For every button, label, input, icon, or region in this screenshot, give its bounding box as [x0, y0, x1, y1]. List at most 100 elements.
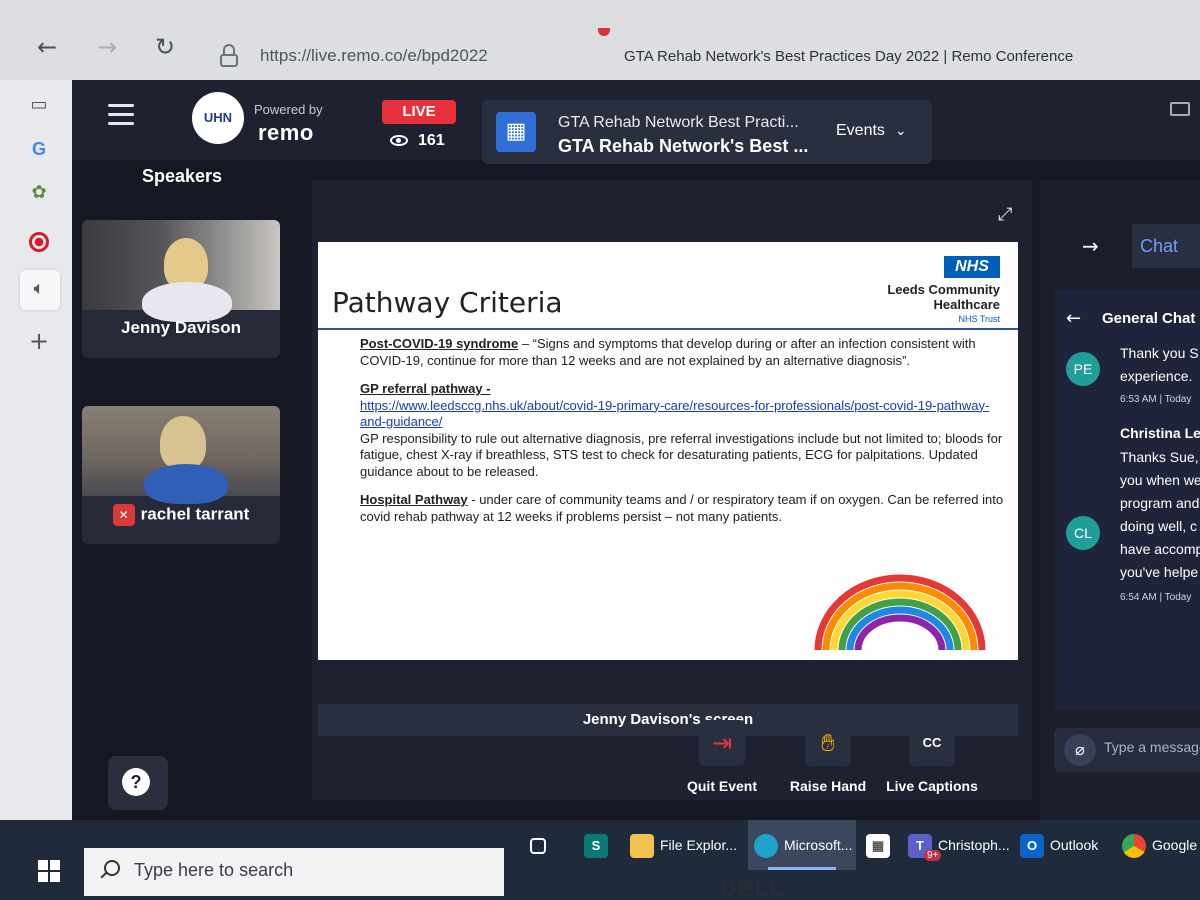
live-captions-button[interactable]: CC Live Captions [882, 720, 982, 794]
speaker-tile[interactable]: ✕ rachel tarrant [82, 406, 280, 544]
events-dropdown[interactable]: Events ⌄ [836, 122, 907, 140]
message-line: you when we [1120, 472, 1200, 488]
slide-body: Post-COVID-19 syndrome – “Signs and symp… [360, 336, 1010, 537]
message-line: program and [1120, 495, 1200, 511]
chat-message: Thanks Sue, you when we program and doin… [1120, 446, 1200, 584]
speaker-head [160, 416, 206, 470]
uhn-logo: UHN [192, 92, 244, 144]
event-title-secondary: GTA Rehab Network Best Practi... [558, 114, 799, 131]
taskbar-file-explorer[interactable]: File Explor... [630, 820, 746, 870]
paragraph-heading: Post-COVID-19 syndrome [360, 336, 519, 351]
speaker-tile[interactable]: Jenny Davison [82, 220, 280, 358]
chat-channel-title: General Chat [1102, 310, 1196, 327]
message-line: have accomp [1120, 541, 1200, 557]
taskbar-chrome[interactable]: Google C... [1122, 820, 1200, 870]
browser-sidebar: ▭ G ✿ 🔈︎ + [0, 80, 72, 820]
help-button[interactable]: ? [108, 756, 168, 810]
windows-start-icon[interactable] [38, 860, 60, 882]
paragraph-heading: GP referral pathway - [360, 381, 491, 396]
store-icon[interactable]: ▦ [866, 820, 896, 870]
add-icon[interactable]: + [28, 329, 50, 353]
taskbar-outlook[interactable]: O Outlook [1020, 820, 1110, 870]
avatar[interactable]: CL [1066, 516, 1100, 550]
shared-slide: Pathway Criteria NHS Leeds Community Hea… [318, 242, 1018, 660]
chevron-down-icon: ⌄ [894, 123, 907, 139]
captions-icon: CC [909, 720, 955, 766]
viewer-count: 161 [390, 132, 445, 150]
help-icon: ? [122, 768, 150, 796]
message-sender: Christina Lee [1120, 425, 1200, 441]
quit-event-button[interactable]: ⇥ Quit Event [672, 720, 772, 794]
forward-button[interactable]: → [94, 34, 120, 60]
task-view-icon[interactable] [530, 820, 560, 870]
speaker-body [144, 464, 228, 504]
event-header: UHN Powered by remo LIVE 161 ▦ GTA Rehab… [72, 80, 1200, 164]
taskbar-label: File Explor... [660, 837, 738, 853]
speakers-heading: Speakers [142, 166, 223, 186]
chrome-icon [1122, 834, 1146, 859]
raise-hand-button[interactable]: ✋︎ Raise Hand [778, 720, 878, 794]
message-line: Thanks Sue, [1120, 449, 1199, 465]
building-icon: ▦ [496, 112, 536, 152]
lock-icon [220, 44, 238, 67]
events-label: Events [836, 122, 885, 139]
live-badge: LIVE [382, 100, 456, 124]
powered-by-label: Powered by [254, 102, 323, 117]
taskbar-edge[interactable]: Microsoft... [748, 820, 856, 870]
nhs-logo: NHS [944, 256, 1000, 278]
raise-hand-label: Raise Hand [789, 778, 867, 794]
menu-icon[interactable] [108, 104, 134, 126]
remo-logo: remo [258, 120, 314, 145]
speaker-icon[interactable]: 🔈︎ [28, 278, 50, 300]
outlook-icon: O [1020, 834, 1044, 859]
live-captions-label: Live Captions [886, 778, 978, 794]
slide-divider [318, 328, 1018, 330]
back-arrow-icon[interactable]: ← [1066, 308, 1081, 329]
chat-message: Thank you S experience. [1120, 342, 1199, 388]
collapse-arrow-icon[interactable]: → [1082, 234, 1099, 258]
back-button[interactable]: ← [34, 34, 60, 60]
presentation-stage: ⤢ Pathway Criteria NHS Leeds Community H… [312, 180, 1032, 800]
paragraph-heading: Hospital Pathway [360, 492, 468, 507]
record-icon[interactable] [29, 232, 49, 252]
browser-titlebar: ← → ↻ https://live.remo.co/e/bpd2022 GTA… [0, 0, 1200, 80]
chat-input[interactable] [1104, 739, 1200, 755]
message-line: Thank you S [1120, 345, 1199, 361]
exit-door-icon: ⇥ [699, 720, 745, 766]
event-selector[interactable]: ▦ GTA Rehab Network Best Practi... GTA R… [482, 100, 932, 164]
notification-badge: 9+ [924, 850, 942, 861]
sharepoint-icon[interactable]: S [584, 820, 616, 870]
message-line: you've helpe [1120, 564, 1199, 580]
extension-icon[interactable]: ✿ [28, 182, 50, 204]
chat-panel: ← General Chat PE Thank you S experience… [1054, 290, 1200, 710]
folder-icon [630, 834, 654, 859]
referral-link[interactable]: https://www.leedsccg.nhs.uk/about/covid-… [360, 398, 1010, 431]
message-timestamp: 6:54 AM | Today [1120, 592, 1192, 603]
taskbar-label: Outlook [1050, 837, 1099, 853]
muted-mic-icon: ✕ [112, 504, 135, 526]
message-timestamp: 6:53 AM | Today [1120, 394, 1192, 405]
remo-app: UHN Powered by remo LIVE 161 ▦ GTA Rehab… [72, 80, 1200, 820]
tab-actions-icon[interactable]: ▭ [28, 94, 50, 116]
message-line: doing well, c [1120, 518, 1198, 534]
taskbar-label: Christoph... [938, 837, 1010, 853]
speaker-name: rachel tarrant [140, 504, 250, 524]
reload-button[interactable]: ↻ [152, 34, 178, 60]
paperclip-icon[interactable]: ⌀ [1064, 734, 1096, 766]
taskbar-search[interactable]: Type here to search [84, 848, 504, 896]
tab-chat[interactable]: Chat [1132, 224, 1200, 268]
fullscreen-icon[interactable]: ⤢ [998, 204, 1012, 225]
remo-favicon-icon [598, 28, 610, 36]
hand-icon: ✋︎ [805, 720, 851, 766]
slide-paragraph: GP referral pathway - https://www.leedsc… [360, 381, 1010, 480]
message-line: experience. [1120, 368, 1193, 384]
camera-icon[interactable] [1170, 102, 1190, 116]
avatar[interactable]: PE [1066, 352, 1100, 386]
speaker-name: Jenny Davison [121, 318, 241, 337]
rainbow-icon [814, 574, 986, 651]
speaker-body [142, 282, 232, 322]
chat-sidebar: → Chat ← General Chat PE Thank you S exp… [1040, 180, 1200, 820]
speaker-video [82, 220, 280, 322]
google-icon[interactable]: G [28, 138, 50, 160]
taskbar-teams[interactable]: T Christoph... [908, 820, 1012, 870]
